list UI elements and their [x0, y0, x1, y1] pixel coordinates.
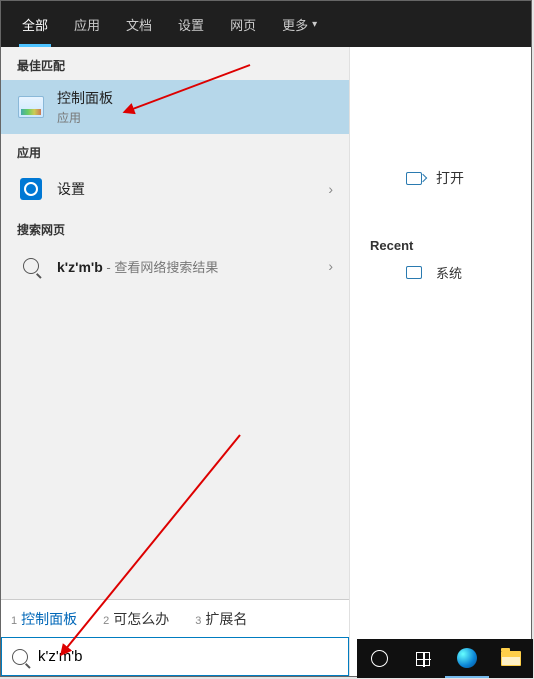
tab-settings[interactable]: 设置: [165, 1, 217, 47]
tab-docs[interactable]: 文档: [113, 1, 165, 47]
window-icon: [406, 266, 422, 279]
folder-icon: [501, 651, 521, 666]
tab-all[interactable]: 全部: [9, 1, 61, 47]
open-icon: [406, 172, 422, 185]
tab-apps[interactable]: 应用: [61, 1, 113, 47]
result-title: 控制面板: [57, 88, 333, 108]
search-tabs: 全部 应用 文档 设置 网页 更多▾: [1, 1, 531, 47]
tab-web[interactable]: 网页: [217, 1, 269, 47]
result-title: 设置: [57, 179, 328, 199]
cortana-button[interactable]: [357, 639, 401, 678]
edge-icon: [457, 648, 477, 668]
recent-header: Recent: [370, 238, 519, 253]
recent-item-system[interactable]: 系统: [406, 263, 519, 282]
tab-more[interactable]: 更多▾: [269, 1, 330, 47]
ime-candidate[interactable]: 1控制面板: [11, 609, 77, 629]
section-apps: 应用: [1, 134, 349, 167]
taskbar: [357, 639, 533, 678]
gear-icon: [20, 178, 42, 200]
chevron-right-icon: ›: [328, 258, 333, 274]
result-title: k'z'm'b - 查看网络搜索结果: [57, 257, 328, 276]
control-panel-icon: [18, 96, 44, 118]
search-box[interactable]: [1, 637, 349, 676]
open-action[interactable]: 打开: [406, 168, 519, 188]
section-best-match: 最佳匹配: [1, 47, 349, 80]
chevron-right-icon: ›: [328, 181, 333, 197]
chevron-down-icon: ▾: [312, 19, 317, 30]
result-settings[interactable]: 设置 ›: [1, 167, 349, 211]
result-web-search[interactable]: k'z'm'b - 查看网络搜索结果 ›: [1, 244, 349, 288]
result-subtitle: 应用: [57, 109, 333, 126]
cortana-icon: [371, 650, 388, 667]
preview-panel: 打开 Recent 系统: [349, 47, 531, 676]
ime-candidate[interactable]: 3扩展名: [195, 609, 247, 629]
task-view-button[interactable]: [401, 639, 445, 678]
search-input[interactable]: [38, 648, 338, 665]
task-view-icon: [416, 652, 430, 666]
edge-button[interactable]: [445, 639, 489, 678]
explorer-button[interactable]: [489, 639, 533, 678]
ime-candidate[interactable]: 2可怎么办: [103, 609, 169, 629]
result-control-panel[interactable]: 控制面板 应用: [1, 80, 349, 134]
results-panel: 最佳匹配 控制面板 应用 应用 设置 › 搜索网页: [1, 47, 349, 676]
search-icon: [12, 649, 28, 665]
section-search-web: 搜索网页: [1, 211, 349, 244]
search-icon: [23, 258, 39, 274]
ime-suggestions: 1控制面板 2可怎么办 3扩展名: [1, 599, 349, 637]
